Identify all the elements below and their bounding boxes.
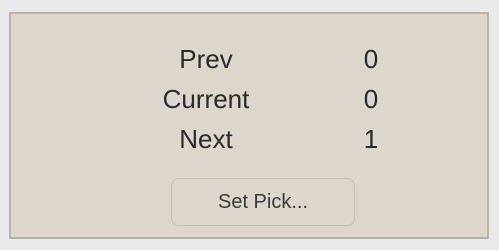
next-value: 1	[363, 124, 379, 154]
prev-value: 0	[363, 44, 379, 74]
prev-label: Prev	[179, 44, 233, 74]
next-label: Next	[179, 124, 233, 154]
current-value: 0	[363, 84, 379, 114]
set-pick-button[interactable]: Set Pick...	[171, 178, 355, 226]
current-row: Current 0	[11, 81, 487, 117]
pick-panel: Prev 0 Current 0 Next 1 Set Pick...	[9, 12, 489, 239]
next-row: Next 1	[11, 121, 487, 157]
current-label: Current	[162, 84, 250, 114]
prev-row: Prev 0	[11, 41, 487, 77]
